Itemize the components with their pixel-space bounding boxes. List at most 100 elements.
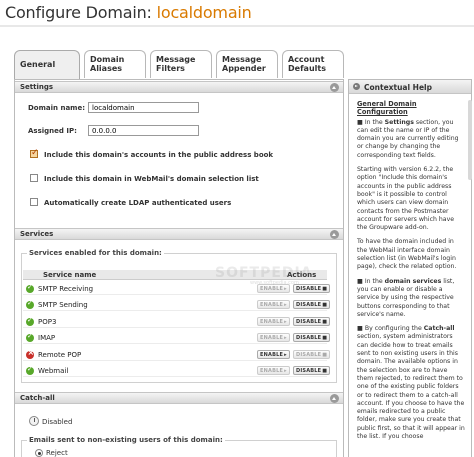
arrow-right-icon: ▸ — [284, 335, 287, 341]
domain-name-input[interactable]: localdomain — [88, 102, 199, 113]
assigned-ip-label: Assigned IP: — [28, 127, 77, 135]
reject-radio[interactable] — [35, 449, 43, 457]
arrow-right-icon: ▸ — [284, 302, 287, 308]
page-header: Configure Domain: localdomain — [0, 0, 474, 27]
tab-domain-aliases[interactable]: Domain Aliases — [84, 50, 146, 78]
enable-button[interactable]: ENABLE▸ — [257, 300, 290, 309]
disable-button[interactable]: DISABLE■ — [293, 333, 331, 342]
domain-name-label: Domain name: — [28, 104, 86, 112]
enabled-status-icon — [26, 283, 34, 293]
service-name: Remote POP — [38, 351, 82, 359]
stop-square-icon: ■ — [322, 302, 328, 308]
help-scrollbar[interactable] — [468, 100, 472, 180]
service-name: Webmail — [38, 367, 69, 375]
service-row-imap: IMAP ENABLE▸ DISABLE■ — [23, 332, 331, 344]
service-name: POP3 — [38, 318, 57, 326]
service-name: SMTP Receiving — [38, 285, 94, 293]
disable-button[interactable]: DISABLE■ — [293, 317, 331, 326]
tab-message-appender-label: Message Appender — [222, 55, 266, 73]
enable-button-label: ENABLE — [260, 368, 284, 374]
enable-button-label: ENABLE — [260, 302, 284, 308]
help-paragraph-webmail: To have the domain included in the WebMa… — [357, 238, 457, 271]
help-text: section, system administrators can decid… — [357, 333, 465, 440]
disable-button-label: DISABLE — [296, 335, 322, 341]
stop-square-icon: ■ — [322, 335, 328, 341]
tab-general-label: General — [20, 60, 56, 69]
help-paragraph-settings: ■ In the Settings section, you can edit … — [357, 118, 459, 159]
help-bold-text: domain services — [384, 277, 442, 285]
tab-message-filters[interactable]: Message Filters — [150, 50, 212, 78]
collapse-icon[interactable] — [330, 394, 339, 403]
webmail-selection-checkbox[interactable] — [30, 174, 38, 182]
tab-general[interactable]: General — [14, 50, 80, 81]
tab-account-defaults[interactable]: Account Defaults — [282, 50, 344, 78]
ldap-autocreate-label: Automatically create LDAP authenticated … — [44, 199, 232, 207]
disable-button-label: DISABLE — [296, 302, 322, 308]
arrow-right-icon: ▸ — [284, 319, 287, 325]
assigned-ip-input[interactable]: 0.0.0.0 — [88, 125, 199, 136]
tab-message-filters-label: Message Filters — [156, 55, 196, 73]
help-body: General Domain Configuration ■ In the Se… — [357, 100, 465, 447]
power-toggle-icon[interactable] — [29, 416, 39, 426]
enable-button[interactable]: ENABLE▸ — [257, 317, 290, 326]
tab-domain-aliases-label: Domain Aliases — [90, 55, 125, 73]
reject-radio-label: Reject — [46, 449, 68, 457]
settings-section-title: Settings — [20, 83, 54, 91]
help-paragraph-catchall: ■ By configuring the Catch-all section, … — [357, 325, 465, 440]
settings-section-header[interactable]: Settings — [15, 81, 343, 93]
disable-button-label: DISABLE — [296, 319, 322, 325]
enable-button-label: ENABLE — [260, 319, 284, 325]
disable-button-label: DISABLE — [296, 368, 322, 374]
service-name: SMTP Sending — [38, 301, 88, 309]
services-section-header[interactable]: Services — [15, 228, 343, 240]
service-row-webmail: Webmail ENABLE▸ DISABLE■ — [23, 365, 331, 377]
help-panel-header: Contextual Help — [349, 80, 471, 94]
softpedia-watermark: SOFTPEDIA — [215, 265, 313, 281]
stop-square-icon: ■ — [322, 352, 328, 358]
tab-message-appender[interactable]: Message Appender — [216, 50, 278, 78]
catchall-status-label: Disabled — [42, 418, 73, 426]
service-row-pop3: POP3 ENABLE▸ DISABLE■ — [23, 316, 331, 328]
softpedia-watermark-url: www.softpedia.com — [250, 280, 299, 286]
page-title-domain: localdomain — [156, 3, 252, 22]
help-panel-title: Contextual Help — [364, 83, 432, 92]
enable-button[interactable]: ENABLE▸ — [257, 350, 290, 359]
collapse-icon[interactable] — [330, 83, 339, 92]
help-bold-text: Catch-all — [423, 325, 455, 333]
help-bold-text: Settings — [384, 118, 414, 126]
ldap-autocreate-checkbox[interactable] — [30, 198, 38, 206]
catchall-fieldset-legend: Emails sent to non-existing users of thi… — [27, 436, 225, 444]
disable-button[interactable]: DISABLE■ — [293, 300, 331, 309]
help-paragraph-services: ■ In the domain services list, you can e… — [357, 277, 455, 318]
disabled-status-icon — [26, 348, 34, 359]
enable-button-label: ENABLE — [260, 286, 284, 292]
public-address-book-checkbox[interactable] — [30, 148, 39, 158]
header-divider — [0, 25, 474, 27]
enable-button[interactable]: ENABLE▸ — [257, 333, 290, 342]
arrow-right-icon: ▸ — [284, 286, 287, 292]
enable-button[interactable]: ENABLE▸ — [257, 366, 290, 375]
help-text: By configuring the — [364, 325, 424, 333]
catchall-section-header[interactable]: Catch-all — [15, 392, 343, 404]
help-text: In the — [364, 118, 385, 126]
services-fieldset-legend: Services enabled for this domain: — [27, 249, 164, 257]
page-title: Configure Domain: localdomain — [5, 3, 252, 22]
disable-button-label: DISABLE — [296, 352, 322, 358]
service-name-column-header: Service name — [43, 271, 97, 279]
enabled-status-icon — [26, 332, 34, 342]
enable-button-label: ENABLE — [260, 335, 284, 341]
tab-account-defaults-label: Account Defaults — [288, 55, 326, 73]
disable-button[interactable]: DISABLE■ — [293, 350, 331, 359]
help-heading: General Domain Configuration — [357, 100, 417, 117]
enabled-status-icon — [26, 365, 34, 375]
collapse-icon[interactable] — [330, 230, 339, 239]
enabled-status-icon — [26, 316, 34, 326]
play-arrow-icon — [353, 83, 360, 90]
service-name: IMAP — [38, 334, 56, 342]
webmail-selection-label: Include this domain in WebMail's domain … — [44, 175, 259, 183]
disable-button[interactable]: DISABLE■ — [293, 366, 331, 375]
service-row-remote-pop: Remote POP ENABLE▸ DISABLE■ — [23, 348, 331, 361]
enabled-status-icon — [26, 299, 34, 309]
help-text: In the — [364, 277, 385, 285]
enable-button-label: ENABLE — [260, 352, 284, 358]
